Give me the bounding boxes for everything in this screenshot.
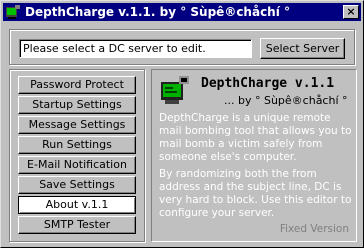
server-path-input[interactable]: Please select a DC server to edit.	[19, 39, 252, 58]
about-description: DepthCharge is a unique remote mail bomb…	[159, 112, 352, 163]
computer-icon	[161, 76, 189, 104]
about-button[interactable]: About v.1.1	[18, 196, 136, 214]
save-settings-button[interactable]: Save Settings	[18, 176, 136, 194]
about-description-2: By randomizing both the from address and…	[159, 168, 352, 219]
password-protect-button[interactable]: Password Protect	[18, 76, 136, 94]
email-notification-button[interactable]: E-Mail Notification	[18, 156, 136, 174]
message-settings-button[interactable]: Message Settings	[18, 116, 136, 134]
version-note: Fixed Version	[279, 223, 349, 235]
window-title: DepthCharge v.1.1. by ° Sùpê®chåchí °	[25, 5, 291, 19]
smtp-tester-button[interactable]: SMTP Tester	[18, 216, 136, 234]
title-bar[interactable]: DepthCharge v.1.1. by ° Sùpê®chåchí ° ×	[3, 3, 361, 21]
about-byline: ... by ° Sùpê®chåchí °	[224, 94, 348, 107]
startup-settings-button[interactable]: Startup Settings	[18, 96, 136, 114]
select-server-button[interactable]: Select Server	[260, 38, 345, 59]
run-settings-button[interactable]: Run Settings	[18, 136, 136, 154]
close-button[interactable]: ×	[343, 5, 359, 19]
app-icon	[6, 5, 20, 19]
app-window: DepthCharge v.1.1. by ° Sùpê®chåchí ° × …	[0, 0, 364, 248]
about-heading: DepthCharge v.1.1	[201, 76, 335, 91]
